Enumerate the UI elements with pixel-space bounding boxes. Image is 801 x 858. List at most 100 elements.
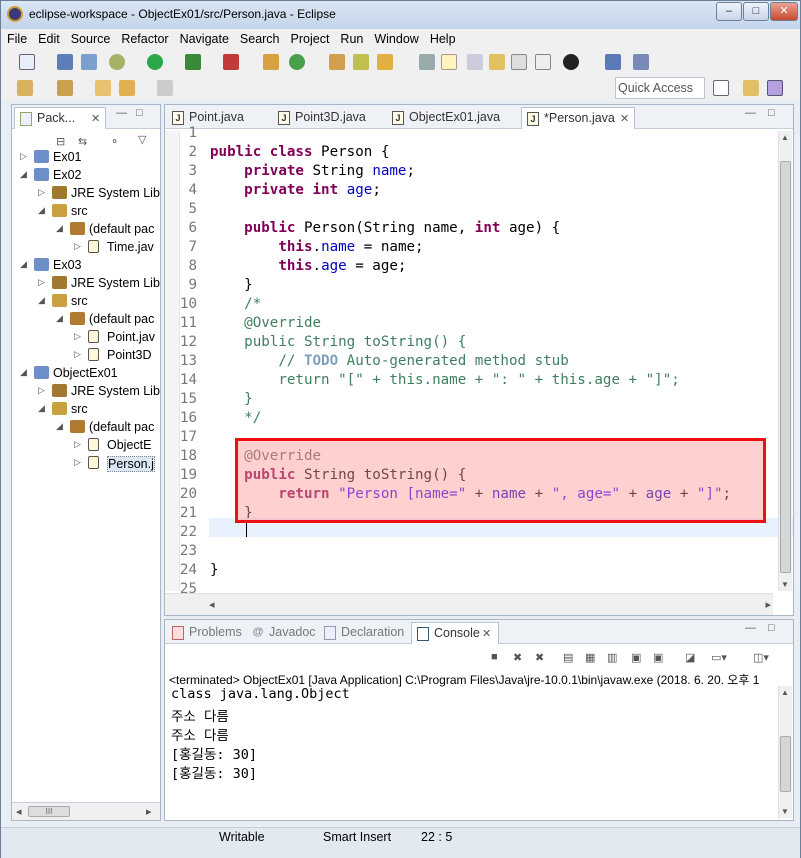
scroll-thumb[interactable]: III — [28, 806, 70, 817]
console-view-icon[interactable] — [605, 54, 621, 70]
expanded-arrow-icon[interactable]: ◢ — [38, 295, 45, 306]
prev-edit-icon[interactable] — [57, 80, 73, 96]
menu-file[interactable]: File — [1, 29, 32, 46]
collapse-all-icon[interactable]: ⊟ — [56, 135, 65, 148]
collapsed-arrow-icon[interactable]: ▷ — [38, 385, 45, 396]
tree-item[interactable]: ▷ Person.j — [68, 455, 170, 473]
tab-javadoc[interactable]: @ Javadoc — [247, 622, 317, 644]
tree-item[interactable]: ◢ src — [32, 293, 170, 311]
open-type-icon[interactable] — [329, 54, 345, 70]
remove-launch-icon[interactable]: ✖ — [513, 651, 522, 664]
console-output[interactable]: class java.lang.Object 주소 다름 주소 다름 [홍길동: 30… — [171, 686, 350, 782]
maximize-button[interactable]: □ — [743, 2, 769, 21]
tree-item[interactable]: ◢ src — [32, 203, 170, 221]
paragraph-icon[interactable] — [535, 54, 551, 70]
focus-icon[interactable]: ⚬ — [110, 135, 119, 148]
expanded-arrow-icon[interactable]: ◢ — [56, 223, 63, 234]
menu-edit[interactable]: Edit — [32, 29, 65, 46]
minimize-icon[interactable]: — — [745, 107, 756, 119]
mark-occurrences-icon[interactable] — [441, 54, 457, 70]
search-icon[interactable] — [377, 54, 393, 70]
scroll-up-icon[interactable]: ▲ — [781, 688, 789, 697]
tree-item[interactable]: ◢ Ex02 — [14, 167, 170, 185]
scroll-right-icon[interactable]: ▸ — [765, 598, 771, 611]
menu-source[interactable]: Source — [65, 29, 116, 46]
close-icon[interactable]: ✕ — [91, 112, 100, 125]
pin-icon[interactable] — [633, 54, 649, 70]
scroll-left-icon[interactable]: ◂ — [209, 598, 215, 611]
tab-declaration[interactable]: Declaration — [319, 622, 411, 644]
expanded-arrow-icon[interactable]: ◢ — [20, 169, 27, 180]
editor-hscrollbar[interactable]: ◂ ▸ — [165, 593, 773, 615]
tree-item[interactable]: ◢ Ex03 — [14, 257, 170, 275]
tree-item[interactable]: ▷ Ex01 — [14, 149, 170, 167]
collapsed-arrow-icon[interactable]: ▷ — [20, 151, 27, 162]
debug-icon[interactable] — [109, 54, 125, 70]
new-class-icon[interactable] — [289, 54, 305, 70]
expanded-arrow-icon[interactable]: ◢ — [56, 313, 63, 324]
tab-problems[interactable]: Problems — [167, 622, 247, 644]
expanded-arrow-icon[interactable]: ◢ — [20, 367, 27, 378]
tree-item[interactable]: ▷ Point.jav — [68, 329, 170, 347]
block-selection-icon[interactable] — [467, 54, 483, 70]
annotations-icon[interactable] — [489, 54, 505, 70]
profile-icon[interactable] — [563, 54, 579, 70]
scroll-up-icon[interactable]: ▲ — [781, 133, 789, 142]
menu-refactor[interactable]: Refactor — [115, 29, 173, 46]
maximize-icon[interactable]: □ — [768, 622, 775, 634]
tree-item[interactable]: ◢ src — [32, 401, 170, 419]
last-edit-icon[interactable] — [95, 80, 111, 96]
tree-item[interactable]: ◢ (default pac — [50, 311, 170, 329]
menu-search[interactable]: Search — [234, 29, 285, 46]
console-vscrollbar[interactable]: ▲ ▼ — [778, 686, 792, 818]
scroll-down-icon[interactable]: ▼ — [781, 580, 789, 589]
save-icon[interactable] — [57, 54, 73, 70]
expanded-arrow-icon[interactable]: ◢ — [38, 205, 45, 216]
open-perspective-icon[interactable] — [713, 80, 729, 96]
open-task-icon[interactable] — [353, 54, 369, 70]
editor-vscrollbar[interactable]: ▲ ▼ — [778, 131, 792, 591]
scroll-down-icon[interactable]: ▼ — [781, 807, 789, 816]
minimize-icon[interactable]: — — [116, 107, 127, 119]
back-icon[interactable] — [119, 80, 135, 96]
link-editor-icon[interactable]: ⇆ — [78, 135, 87, 148]
display-console-icon[interactable]: ▭▾ — [711, 651, 727, 664]
tab-point3d-java[interactable]: J Point3D.java — [273, 107, 385, 129]
collapsed-arrow-icon[interactable]: ▷ — [38, 277, 45, 288]
expanded-arrow-icon[interactable]: ◢ — [38, 403, 45, 414]
collapsed-arrow-icon[interactable]: ▷ — [38, 187, 45, 198]
tree-item[interactable]: ◢ (default pac — [50, 221, 170, 239]
new-java-project-icon[interactable] — [263, 54, 279, 70]
maximize-icon[interactable]: □ — [136, 107, 143, 119]
collapsed-arrow-icon[interactable]: ▷ — [74, 457, 81, 468]
expanded-arrow-icon[interactable]: ◢ — [56, 421, 63, 432]
quick-access-input[interactable]: Quick Access — [615, 77, 705, 99]
menu-project[interactable]: Project — [285, 29, 335, 46]
explorer-hscrollbar[interactable]: ◂ III ▸ — [12, 802, 160, 820]
view-menu-icon[interactable]: ▽ — [138, 133, 146, 146]
menu-navigate[interactable]: Navigate — [174, 29, 234, 46]
tree-item[interactable]: ▷ Time.jav — [68, 239, 170, 257]
tree-item[interactable]: ▷ JRE System Lib — [32, 275, 170, 293]
collapsed-arrow-icon[interactable]: ▷ — [74, 349, 81, 360]
tree-item[interactable]: ▷ ObjectE — [68, 437, 170, 455]
external-tools-icon[interactable] — [223, 54, 239, 70]
expanded-arrow-icon[interactable]: ◢ — [20, 259, 27, 270]
pin-console-icon[interactable]: ◪ — [685, 651, 695, 664]
terminate-icon[interactable]: ■ — [491, 651, 498, 663]
menu-window[interactable]: Window — [368, 29, 423, 46]
scroll-right-icon[interactable]: ▸ — [146, 805, 152, 818]
java-perspective-icon[interactable] — [767, 80, 783, 96]
debug-perspective-icon[interactable] — [743, 80, 759, 96]
close-button[interactable]: ✕ — [770, 2, 798, 21]
menu-run[interactable]: Run — [334, 29, 368, 46]
scroll-lock-icon[interactable]: ▦ — [585, 651, 595, 664]
forward-icon[interactable] — [157, 80, 173, 96]
clear-console-icon[interactable]: ▤ — [563, 651, 573, 664]
scroll-thumb[interactable] — [780, 161, 791, 573]
show-stderr-icon[interactable]: ▣ — [653, 651, 663, 664]
tab-console[interactable]: Console ✕ — [411, 622, 499, 644]
tree-item[interactable]: ▷ JRE System Lib — [32, 185, 170, 203]
collapsed-arrow-icon[interactable]: ▷ — [74, 439, 81, 450]
minimize-icon[interactable]: — — [745, 622, 756, 634]
